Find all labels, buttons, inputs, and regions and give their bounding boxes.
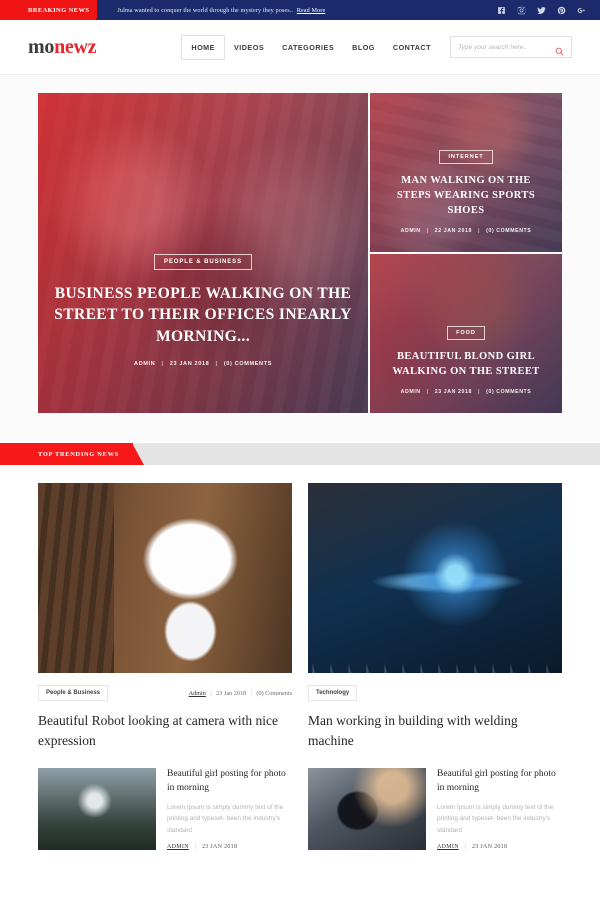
hero-card-food-title[interactable]: BEAUTIFUL BLOND GIRL WALKING ON THE STRE… bbox=[384, 350, 548, 380]
main-navigation: HOME VIDEOS CATEGORIES BLOG CONTACT bbox=[181, 34, 572, 60]
list-item: Beautiful girl posting for photo in morn… bbox=[38, 768, 292, 851]
hero-featured-title[interactable]: BUSINESS PEOPLE WALKING ON THE STREET TO… bbox=[52, 283, 354, 347]
hero-featured-category-badge[interactable]: PEOPLE & BUSINESS bbox=[154, 253, 252, 270]
breaking-news-ticker: BREAKING NEWS Julma wanted to conquer th… bbox=[0, 0, 325, 20]
robot-photo bbox=[38, 483, 292, 673]
article-welding-tag[interactable]: Technology bbox=[308, 685, 358, 701]
site-header: monewz HOME VIDEOS CATEGORIES BLOG CONTA… bbox=[0, 20, 600, 75]
breaking-news-text: Julma wanted to conquer the world throug… bbox=[117, 7, 325, 14]
meta-separator: | bbox=[194, 843, 197, 850]
meta-separator: | bbox=[250, 689, 252, 697]
hero-section: PEOPLE & BUSINESS BUSINESS PEOPLE WALKIN… bbox=[0, 75, 600, 441]
site-logo[interactable]: monewz bbox=[28, 36, 96, 59]
hero-secondary-column: INTERNET MAN WALKING ON THE STEPS WEARIN… bbox=[370, 93, 562, 413]
hero-card-food-date: 23 JAN 2018 bbox=[434, 389, 472, 395]
hero-featured-comments: (0) COMMENTS bbox=[223, 361, 273, 367]
article-robot-meta: Admin | 23 Jan 2018 | (0) Comments bbox=[189, 690, 292, 697]
meta-separator: | bbox=[161, 361, 164, 367]
article-drone-date: 23 JAN 2018 bbox=[201, 843, 238, 850]
meta-separator: | bbox=[210, 689, 212, 697]
article-watch-excerpt: Lorem Ipsum is simply dummy text of the … bbox=[437, 804, 554, 834]
hero-card-food-content: FOOD BEAUTIFUL BLOND GIRL WALKING ON THE… bbox=[370, 321, 562, 413]
article-welding-meta-row: Technology bbox=[308, 685, 562, 701]
breaking-news-headline: Julma wanted to conquer the world throug… bbox=[117, 6, 294, 14]
welding-photo bbox=[308, 483, 562, 673]
hero-card-internet-comments: (0) COMMENTS bbox=[486, 228, 532, 234]
article-watch-title[interactable]: Beautiful girl posting for photo in morn… bbox=[437, 768, 562, 795]
trending-bar-label: TOP TRENDING NEWS bbox=[0, 443, 144, 465]
hero-featured-content: PEOPLE & BUSINESS BUSINESS PEOPLE WALKIN… bbox=[38, 250, 368, 367]
hero-featured-meta: ADMIN | 23 JAN 2018 | (0) COMMENTS bbox=[52, 361, 354, 367]
breaking-news-read-more-link[interactable]: Read More bbox=[297, 7, 326, 14]
trending-articles-grid: People & Business Admin | 23 Jan 2018 | … bbox=[38, 465, 562, 851]
hero-card-food-comments: (0) COMMENTS bbox=[486, 389, 532, 395]
article-drone-author[interactable]: ADMIN bbox=[167, 844, 189, 850]
nav-item-contact[interactable]: CONTACT bbox=[384, 36, 440, 59]
logo-text-accent: newz bbox=[54, 35, 97, 58]
article-robot-tag[interactable]: People & Business bbox=[38, 685, 109, 701]
hero-grid: PEOPLE & BUSINESS BUSINESS PEOPLE WALKIN… bbox=[38, 93, 562, 413]
nav-item-videos[interactable]: VIDEOS bbox=[225, 36, 273, 59]
article-robot-title[interactable]: Beautiful Robot looking at camera with n… bbox=[38, 711, 292, 750]
hero-card-internet-date: 22 JAN 2018 bbox=[434, 228, 472, 234]
article-column-right: Technology Man working in building with … bbox=[308, 483, 562, 851]
article-column-left: People & Business Admin | 23 Jan 2018 | … bbox=[38, 483, 292, 851]
hero-card-internet-category-badge[interactable]: INTERNET bbox=[439, 150, 493, 165]
article-robot-meta-row: People & Business Admin | 23 Jan 2018 | … bbox=[38, 685, 292, 701]
article-robot-author[interactable]: Admin bbox=[189, 690, 206, 697]
article-drone-meta: ADMIN | 23 JAN 2018 bbox=[167, 844, 292, 850]
article-welding-image[interactable] bbox=[308, 483, 562, 673]
google-plus-icon[interactable] bbox=[577, 6, 586, 15]
article-drone-thumbnail[interactable] bbox=[38, 768, 156, 851]
meta-separator: | bbox=[426, 389, 429, 395]
article-robot-comments: (0) Comments bbox=[256, 689, 292, 697]
article-watch-thumbnail[interactable] bbox=[308, 768, 426, 851]
top-bar: BREAKING NEWS Julma wanted to conquer th… bbox=[0, 0, 600, 20]
hero-card-internet-author: ADMIN bbox=[400, 228, 421, 234]
meta-separator: | bbox=[478, 389, 481, 395]
social-links bbox=[497, 0, 586, 20]
watch-photo bbox=[308, 768, 426, 851]
meta-separator: | bbox=[426, 228, 429, 234]
article-watch-date: 23 JAN 2018 bbox=[471, 843, 508, 850]
trending-bar: TOP TRENDING NEWS bbox=[0, 443, 600, 465]
hero-featured-date: 23 JAN 2018 bbox=[169, 361, 210, 367]
logo-text-primary: mo bbox=[28, 35, 55, 58]
article-robot-image[interactable] bbox=[38, 483, 292, 673]
breaking-news-label: BREAKING NEWS bbox=[0, 0, 107, 20]
article-welding-title[interactable]: Man working in building with welding mac… bbox=[308, 711, 562, 750]
meta-separator: | bbox=[464, 843, 467, 850]
hero-featured-author: ADMIN bbox=[133, 361, 156, 367]
pinterest-icon[interactable] bbox=[557, 6, 566, 15]
hero-card-internet-meta: ADMIN | 22 JAN 2018 | (0) COMMENTS bbox=[384, 228, 548, 234]
facebook-icon[interactable] bbox=[497, 6, 506, 15]
nav-item-blog[interactable]: BLOG bbox=[343, 36, 384, 59]
nav-item-home[interactable]: HOME bbox=[181, 34, 225, 60]
hero-card-food-meta: ADMIN | 23 JAN 2018 | (0) COMMENTS bbox=[384, 389, 548, 395]
drone-photo bbox=[38, 768, 156, 851]
article-robot-date: 23 Jan 2018 bbox=[216, 689, 247, 697]
hero-card-internet-title[interactable]: MAN WALKING ON THE STEPS WEARING SPORTS … bbox=[384, 174, 548, 219]
article-watch-author[interactable]: ADMIN bbox=[437, 844, 459, 850]
hero-card-food[interactable]: FOOD BEAUTIFUL BLOND GIRL WALKING ON THE… bbox=[370, 254, 562, 413]
meta-separator: | bbox=[478, 228, 481, 234]
search-input[interactable] bbox=[458, 43, 555, 51]
hero-card-food-category-badge[interactable]: FOOD bbox=[447, 326, 485, 341]
article-drone-body: Beautiful girl posting for photo in morn… bbox=[167, 768, 292, 850]
search-icon[interactable] bbox=[555, 43, 564, 56]
hero-card-internet[interactable]: INTERNET MAN WALKING ON THE STEPS WEARIN… bbox=[370, 93, 562, 252]
meta-separator: | bbox=[215, 361, 218, 367]
hero-card-internet-content: INTERNET MAN WALKING ON THE STEPS WEARIN… bbox=[370, 145, 562, 252]
nav-item-categories[interactable]: CATEGORIES bbox=[273, 36, 343, 59]
instagram-icon[interactable] bbox=[517, 6, 526, 15]
hero-featured-card[interactable]: PEOPLE & BUSINESS BUSINESS PEOPLE WALKIN… bbox=[38, 93, 368, 413]
list-item: Beautiful girl posting for photo in morn… bbox=[308, 768, 562, 851]
article-drone-title[interactable]: Beautiful girl posting for photo in morn… bbox=[167, 768, 292, 795]
twitter-icon[interactable] bbox=[537, 6, 546, 15]
article-watch-body: Beautiful girl posting for photo in morn… bbox=[437, 768, 562, 850]
search-box[interactable] bbox=[450, 36, 572, 58]
hero-card-food-author: ADMIN bbox=[400, 389, 421, 395]
article-watch-meta: ADMIN | 23 JAN 2018 bbox=[437, 844, 562, 850]
article-drone-excerpt: Lorem Ipsum is simply dummy text of the … bbox=[167, 804, 284, 834]
